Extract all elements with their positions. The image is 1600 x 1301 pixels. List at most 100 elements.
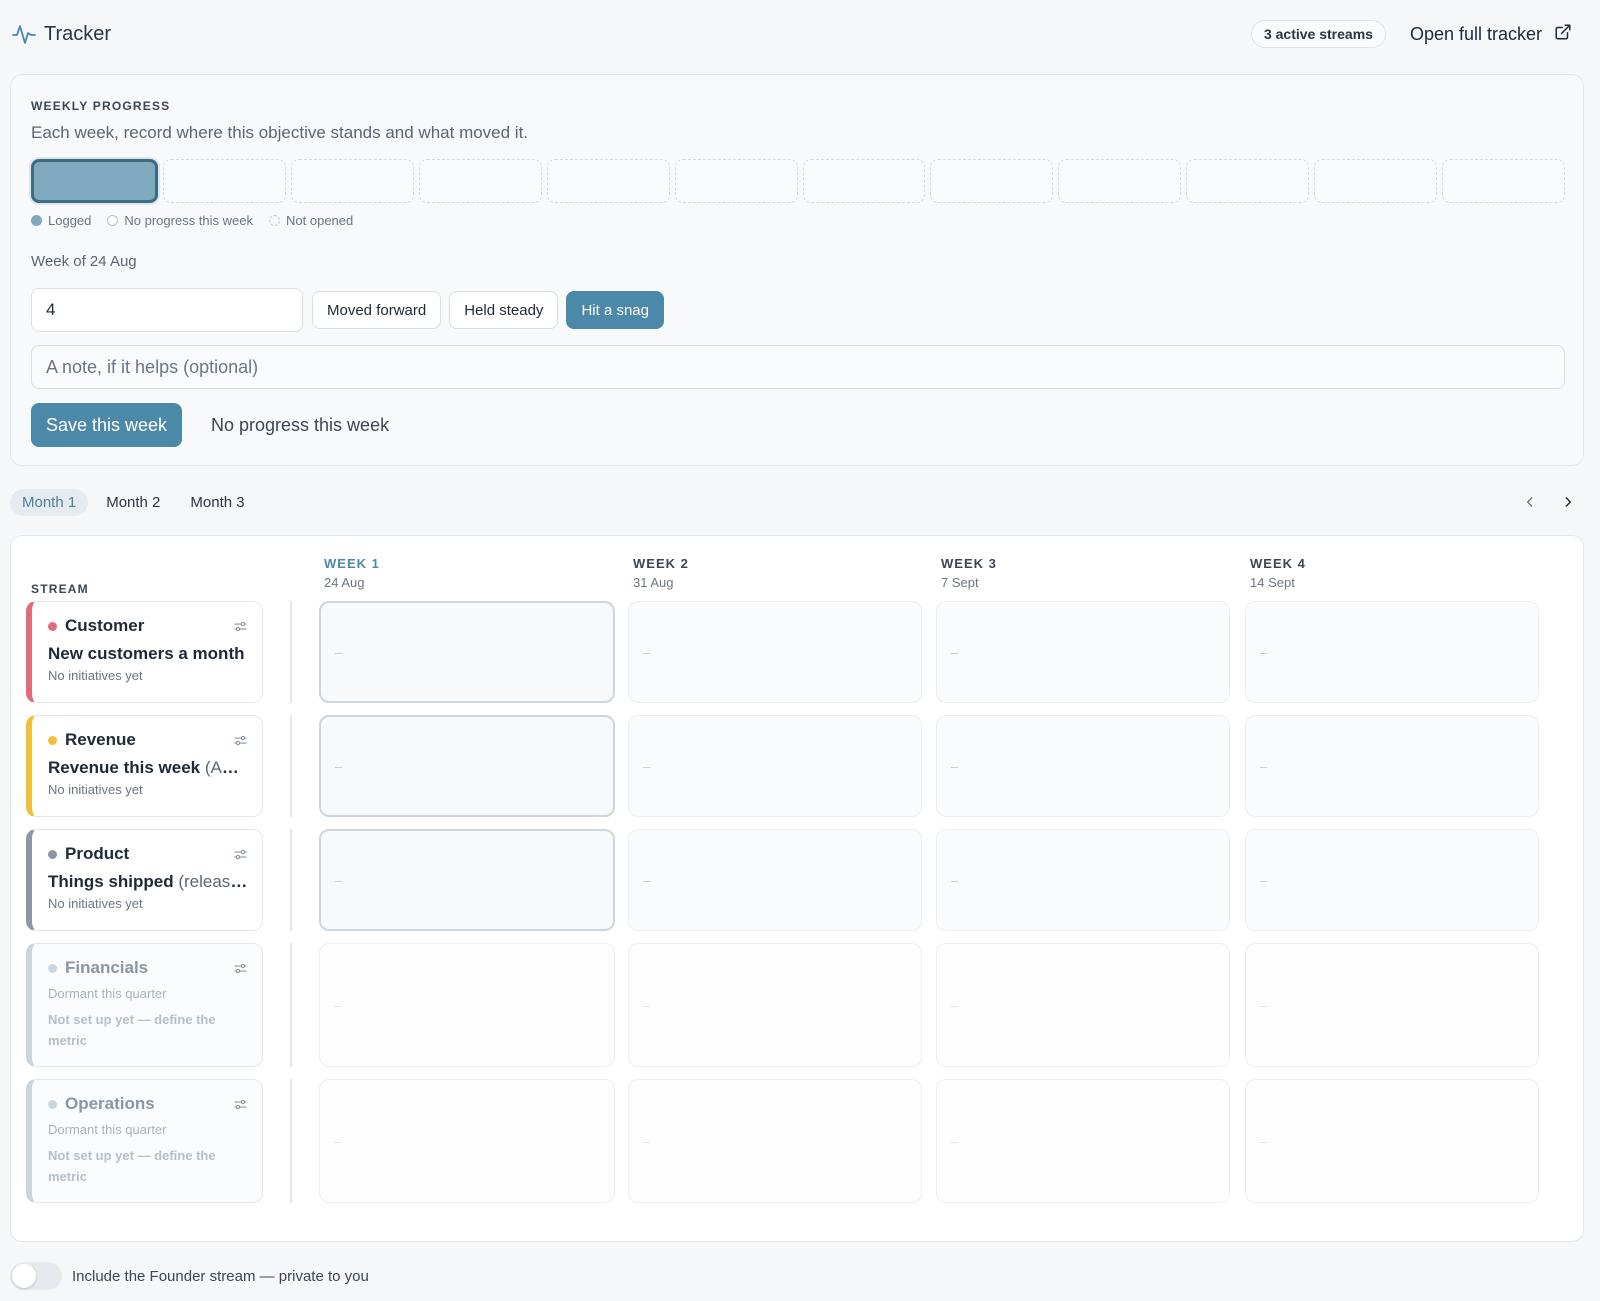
week-cell-product-2[interactable]: – — [628, 829, 922, 931]
app-logo: Tracker — [12, 22, 111, 46]
week-cell-revenue-3[interactable]: – — [936, 715, 1230, 817]
stream-card-header: Revenue — [48, 730, 248, 750]
weekly-progress-heading: WEEKLY PROGRESS — [31, 99, 171, 113]
progress-value-input[interactable] — [31, 288, 303, 332]
week-label: WEEK 3 — [941, 556, 997, 571]
stream-metric: New customers a month — [48, 644, 248, 664]
stream-setup-warning: Not set up yet — define the metric — [48, 1012, 216, 1048]
stream-metric-unit: (releases) — [178, 872, 248, 891]
tab-month-2[interactable]: Month 2 — [94, 489, 172, 516]
stream-metric-name: Revenue this week — [48, 758, 201, 777]
sliders-icon[interactable] — [233, 619, 248, 634]
stream-name: Financials — [65, 958, 149, 977]
row-divider — [290, 715, 292, 817]
week-cell-10[interactable] — [1186, 159, 1310, 203]
week-cell-operations-3[interactable]: – — [936, 1079, 1230, 1203]
week-cell-6[interactable] — [674, 159, 798, 203]
week-cell-5[interactable] — [546, 159, 670, 203]
week-cell-operations-2[interactable]: – — [628, 1079, 922, 1203]
week-of-label: Week of 24 Aug — [31, 253, 137, 270]
no-progress-dot-icon — [107, 215, 119, 226]
save-week-button[interactable]: Save this week — [31, 403, 183, 447]
row-divider — [290, 601, 292, 703]
chevron-right-icon[interactable] — [1558, 492, 1578, 512]
stream-card-financials[interactable]: Financials Dormant this quarter Not set up… — [26, 943, 263, 1067]
week-cell-revenue-4[interactable]: – — [1245, 715, 1539, 817]
stream-metric-name: Things shipped — [48, 872, 174, 891]
row-divider — [290, 829, 292, 931]
week-cell-financials-1[interactable]: – — [319, 943, 615, 1067]
week-cell-customer-1[interactable]: – — [319, 601, 615, 703]
stream-color-dot — [48, 849, 57, 859]
week-header-2: WEEK 2 31 Aug — [633, 556, 689, 590]
week-cell-7[interactable] — [802, 159, 926, 203]
status-hit-a-snag-button[interactable]: Hit a snag — [566, 291, 664, 329]
week-cell-product-3[interactable]: – — [936, 829, 1230, 931]
stream-metric: Revenue this week (AUD) — [48, 758, 248, 778]
week-cell-financials-3[interactable]: – — [936, 943, 1230, 1067]
legend-logged: Logged — [31, 213, 91, 228]
week-cell-customer-3[interactable]: – — [936, 601, 1230, 703]
week-cell-3[interactable] — [290, 159, 414, 203]
week-cell-11[interactable] — [1314, 159, 1438, 203]
stream-setup-warning: Not set up yet — define the metric — [48, 1148, 216, 1184]
week-header-3: WEEK 3 7 Sept — [941, 556, 997, 590]
week-cell-12[interactable] — [1442, 159, 1566, 203]
note-input[interactable] — [31, 345, 1565, 389]
stream-column-header: STREAM — [31, 582, 89, 596]
week-header-1: WEEK 1 24 Aug — [324, 556, 380, 590]
stream-card-product[interactable]: Product Things shipped (releases) No initi… — [26, 829, 263, 931]
stream-initiatives: No initiatives yet — [48, 668, 143, 683]
week-cell-1[interactable] — [31, 159, 158, 203]
stream-color-dot — [48, 621, 57, 631]
week-cell-operations-4[interactable]: – — [1245, 1079, 1539, 1203]
week-cell-customer-2[interactable]: – — [628, 601, 922, 703]
stream-dormant-note: Dormant this quarter — [48, 1122, 167, 1137]
stream-color-dot — [48, 963, 57, 973]
status-held-steady-button[interactable]: Held steady — [449, 291, 559, 329]
week-cell-4[interactable] — [418, 159, 542, 203]
tab-month-1[interactable]: Month 1 — [10, 489, 89, 516]
sliders-icon[interactable] — [233, 961, 248, 976]
founder-stream-toggle-row: Include the Founder stream — private to … — [10, 1262, 369, 1290]
stream-metric-unit: (AUD) — [204, 758, 248, 777]
legend-not-opened: Not opened — [269, 213, 353, 228]
stream-initiatives: No initiatives yet — [48, 896, 143, 911]
tab-month-3[interactable]: Month 3 — [178, 489, 256, 516]
stream-metric: Things shipped (releases) — [48, 872, 248, 892]
week-cell-customer-4[interactable]: – — [1245, 601, 1539, 703]
chevron-left-icon[interactable] — [1520, 492, 1540, 512]
no-progress-button[interactable]: No progress this week — [211, 403, 389, 447]
stream-card-customer[interactable]: Customer New customers a month No initiati… — [26, 601, 263, 703]
week-date: 24 Aug — [324, 575, 365, 590]
sliders-icon[interactable] — [233, 1097, 248, 1112]
week-header-4: WEEK 4 14 Sept — [1250, 556, 1306, 590]
week-cell-revenue-1[interactable]: – — [319, 715, 615, 817]
stream-card-operations[interactable]: Operations Dormant this quarter Not set up… — [26, 1079, 263, 1203]
stream-card-revenue[interactable]: Revenue Revenue this week (AUD) No initiat… — [26, 715, 263, 817]
founder-stream-toggle[interactable] — [10, 1262, 62, 1290]
week-cell-revenue-2[interactable]: – — [628, 715, 922, 817]
sliders-icon[interactable] — [233, 733, 248, 748]
stream-card-header: Product — [48, 844, 248, 864]
app-header: Tracker 3 active streams Open full track… — [12, 14, 1588, 54]
week-cell-product-1[interactable]: – — [319, 829, 615, 931]
week-cell-9[interactable] — [1058, 159, 1182, 203]
weekly-progress-description: Each week, record where this objective s… — [31, 123, 529, 142]
stream-name: Product — [65, 844, 130, 863]
open-full-tracker-link[interactable]: Open full tracker — [1410, 23, 1572, 46]
week-cell-operations-1[interactable]: – — [319, 1079, 615, 1203]
week-strip — [31, 159, 1566, 203]
open-full-tracker-label: Open full tracker — [1409, 23, 1542, 44]
not-opened-dot-icon — [269, 215, 281, 226]
week-cell-financials-2[interactable]: – — [628, 943, 922, 1067]
founder-stream-label: Include the Founder stream — private to … — [72, 1267, 369, 1285]
week-cell-2[interactable] — [162, 159, 286, 203]
week-date: 31 Aug — [633, 575, 674, 590]
status-moved-forward-button[interactable]: Moved forward — [312, 291, 442, 329]
app-title: Tracker — [44, 22, 112, 45]
week-cell-product-4[interactable]: – — [1245, 829, 1539, 931]
week-cell-8[interactable] — [930, 159, 1054, 203]
week-cell-financials-4[interactable]: – — [1245, 943, 1539, 1067]
sliders-icon[interactable] — [233, 847, 248, 862]
